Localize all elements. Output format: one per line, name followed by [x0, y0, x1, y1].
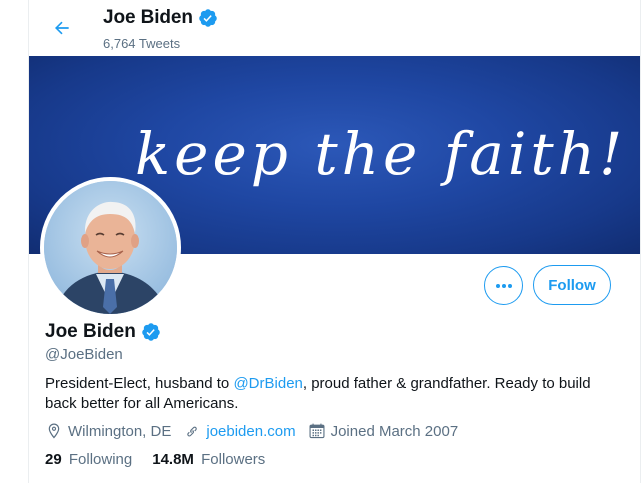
following-count: 29: [45, 451, 62, 468]
profile-name: Joe Biden: [45, 321, 136, 342]
following-label: Following: [68, 451, 133, 468]
joined-item: Joined March 2007: [308, 422, 459, 440]
link-icon: [187, 426, 198, 437]
profile-avatar[interactable]: [40, 177, 181, 318]
arrow-left-icon: [55, 21, 69, 35]
profile-page: Joe Biden 6,764 Tweets keep the faith! F…: [0, 0, 641, 483]
more-button[interactable]: [484, 266, 523, 305]
header-name: Joe Biden: [103, 7, 193, 28]
followers-stat[interactable]: 14.8M Followers: [152, 451, 265, 468]
location-item: Wilmington, DE: [45, 422, 171, 440]
joined-text: Joined March 2007: [330, 422, 459, 440]
bio-text-start: President-Elect, husband to: [45, 375, 234, 392]
verified-badge-icon: [199, 9, 217, 27]
verified-badge-icon: [142, 323, 160, 341]
tweet-count: 6,764 Tweets: [103, 36, 181, 51]
profile-meta: Wilmington, DE joebiden.com Joined March…: [45, 422, 470, 440]
header-title: Joe Biden: [103, 7, 218, 29]
avatar-portrait: [44, 181, 177, 314]
more-icon: [495, 283, 512, 288]
following-stat[interactable]: 29 Following: [45, 451, 132, 468]
profile-name-row: Joe Biden: [45, 321, 161, 343]
location-pin-icon: [48, 423, 60, 439]
location-text: Wilmington, DE: [68, 422, 172, 440]
svg-text:keep the faith!: keep the faith!: [135, 120, 626, 188]
followers-label: Followers: [201, 451, 266, 468]
follow-button[interactable]: Follow: [533, 265, 611, 305]
profile-handle: @JoeBiden: [45, 346, 123, 363]
back-button[interactable]: [47, 13, 77, 43]
website-item: joebiden.com: [183, 422, 296, 440]
profile-bio: President-Elect, husband to @DrBiden, pr…: [45, 374, 625, 414]
calendar-icon: [309, 423, 325, 439]
profile-stats: 29 Following 14.8M Followers: [45, 451, 285, 468]
profile-header: Joe Biden 6,764 Tweets: [29, 0, 640, 56]
followers-count: 14.8M: [152, 451, 194, 468]
bio-mention-link[interactable]: @DrBiden: [233, 375, 302, 392]
website-link[interactable]: joebiden.com: [206, 423, 295, 440]
